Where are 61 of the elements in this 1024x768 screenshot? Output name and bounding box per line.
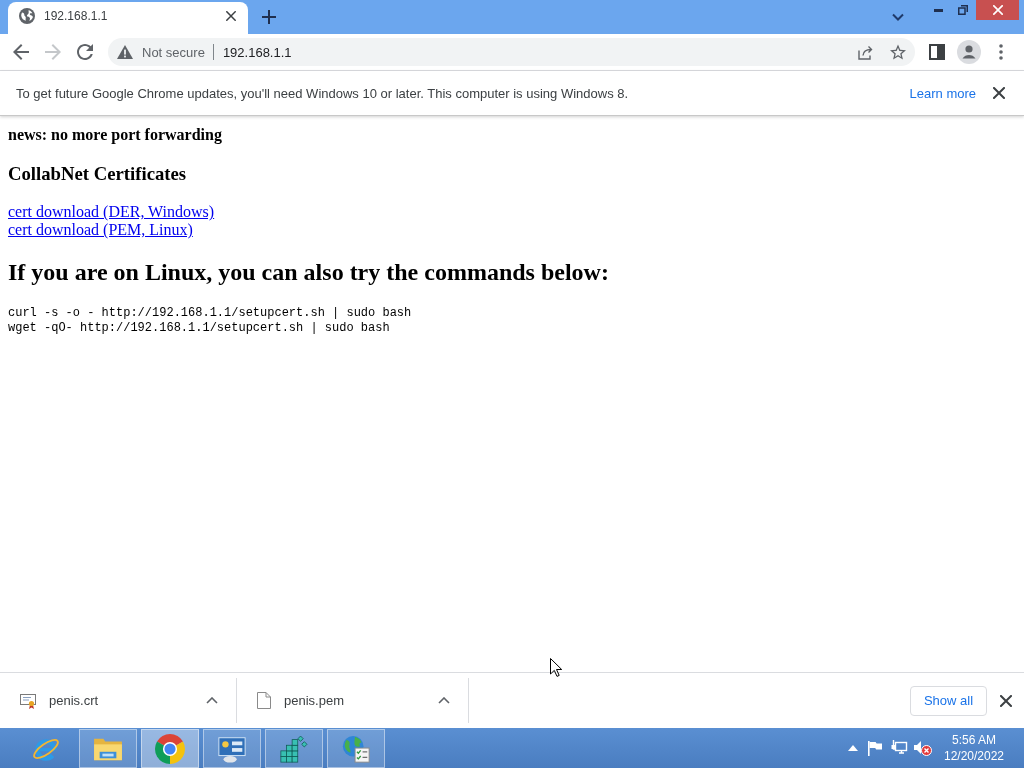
close-window-button[interactable] [976,0,1019,20]
profile-avatar-icon [957,40,981,64]
close-button[interactable] [991,85,1007,101]
speaker-muted-icon [914,740,932,756]
globe-checklist-icon [341,733,371,764]
chrome-icon [155,733,185,764]
download-item[interactable]: penis.crt [0,678,237,723]
cubes-icon [279,733,309,764]
close-icon [1000,694,1012,707]
back-arrow-icon [13,44,29,60]
profile-button[interactable] [955,38,983,66]
section-heading: CollabNet Certificates [8,162,187,185]
minimize-icon [933,8,943,12]
close-icon [992,5,1003,15]
warning-icon [117,45,133,59]
taskbar-button[interactable] [141,729,199,768]
flag-icon [867,740,883,756]
close-icon [226,11,236,21]
info-message: To get future Google Chrome updates, you'll need Windows 10 or later. This computer is using Windows 8. [16,85,629,101]
file-icon [257,692,271,709]
share-button[interactable] [858,44,874,60]
share-icon [858,44,874,60]
taskbar-button[interactable] [265,729,323,768]
star-icon [890,44,906,60]
up-arrow-icon [848,745,858,751]
volume-button[interactable] [913,739,933,757]
close-icon [993,87,1005,99]
side-panel-icon [929,44,945,60]
command-line: wget -qO- http://192.168.1.1/setupcert.sh | sudo bash [8,321,390,337]
forward-arrow-icon [45,44,61,60]
download-link[interactable]: cert download (PEM, Linux) [8,221,193,240]
url-text[interactable]: 192.168.1.1 [222,44,292,60]
address-bar[interactable]: Not secure 192.168.1.1 [108,38,915,66]
reload-icon [77,44,93,60]
bookmark-button[interactable] [890,44,906,60]
news-text: news: no more port forwarding [8,126,222,144]
page-heading: If you are on Linux, you can also try the commands below: [8,259,609,287]
download-item[interactable]: penis.pem [237,678,469,723]
menu-icon [999,44,1003,60]
action-center-button[interactable] [865,739,885,757]
close-button[interactable] [998,692,1014,709]
show-all-button[interactable]: Show all [910,685,987,716]
caret-up-icon [206,697,218,704]
browser-tab[interactable]: 192.168.1.1 [8,2,248,34]
download-link[interactable]: cert download (DER, Windows) [8,203,215,222]
security-indicator[interactable]: Not secure [117,44,214,60]
caret-up-icon [438,697,450,704]
taskbar-button[interactable] [327,729,385,768]
clock-time[interactable]: 5:56 AM [952,732,996,748]
command-line: curl -s -o - http://192.168.1.1/setupcert.sh | sudo bash [8,306,412,322]
restore-icon [958,5,968,15]
plus-icon [262,10,276,24]
taskbar-button[interactable] [203,729,261,768]
network-icon [890,740,908,756]
learn-more-link[interactable]: Learn more [909,85,976,101]
close-tab-button[interactable] [223,8,239,24]
network-button[interactable] [889,739,909,757]
certificate-icon [20,692,36,709]
globe-icon [19,8,35,24]
clock-date[interactable]: 12/20/2022 [943,748,1005,764]
chevron-down-icon [892,13,904,21]
